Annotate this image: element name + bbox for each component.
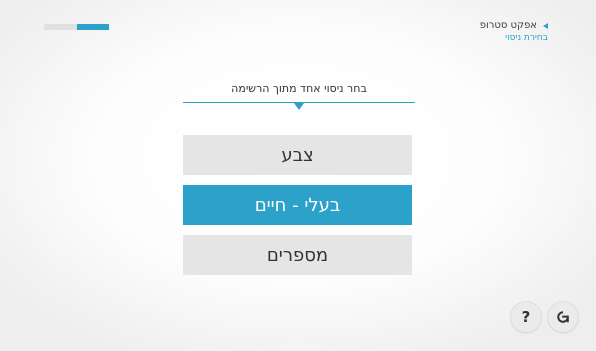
progress-bar (44, 24, 109, 30)
instruction-marker-icon (294, 103, 304, 110)
option-animals[interactable]: בעלי - חיים (183, 185, 412, 225)
option-numbers-label: מספרים (266, 244, 329, 266)
question-mark-icon: ? (521, 307, 531, 326)
instruction-text: בחר ניסוי אחד מתוך הרשימה (231, 82, 367, 95)
reset-button[interactable] (548, 302, 578, 332)
option-color-label: צבע (281, 144, 314, 166)
option-numbers[interactable]: מספרים (183, 235, 412, 275)
progress-bar-fill (76, 24, 109, 30)
help-button[interactable]: ? (511, 302, 541, 332)
back-arrow-icon[interactable] (543, 23, 548, 29)
breadcrumb-title[interactable]: אפקט סטרופ (480, 20, 537, 32)
breadcrumb-subtitle: בחירת ניסוי (505, 33, 548, 43)
reset-arrow-icon (557, 311, 569, 323)
breadcrumb: אפקט סטרופ בחירת ניסוי (480, 20, 548, 44)
option-color[interactable]: צבע (183, 135, 412, 175)
breadcrumb-title-row[interactable]: אפקט סטרופ (480, 20, 548, 32)
option-animals-label: בעלי - חיים (254, 194, 341, 216)
